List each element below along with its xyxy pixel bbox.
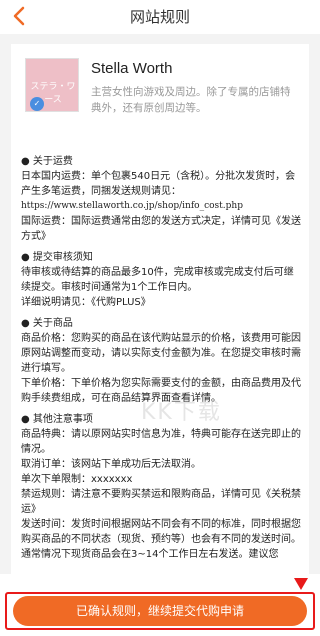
rule-line[interactable]: 详细说明请见：《代购PLUS》 <box>21 295 303 310</box>
watermark: KK下载 <box>141 400 222 425</box>
shop-description: 主营女性向游戏及周边。除了专属的店铺特典外，还有原创周边等。 <box>91 86 291 114</box>
section-heading: ● 关于商品 <box>21 318 73 329</box>
confirm-rules-button[interactable]: 已确认规则，继续提交代购申请 <box>13 596 307 626</box>
rules-card[interactable]: ステラ・ワース ✓ Stella Worth 主营女性向游戏及周边。除了专属的店… <box>11 44 309 574</box>
rule-line: 日本国内运费：单个包裹540日元（含税）。分批次发货时，会产生多笔运费，同捆发送… <box>21 171 296 197</box>
page-title: 网站规则 <box>129 8 190 26</box>
rule-line: 禁运规则：请注意不要购买禁运和限购商品，详情可见《关税禁运》 <box>21 489 301 515</box>
rule-line: 商品特典：请以原网站实时信息为准，特典可能存在送完即止的情况。 <box>21 429 301 455</box>
rule-line: 单次下单限制：xxxxxxx <box>21 474 133 485</box>
shop-name: Stella Worth <box>91 60 173 77</box>
rule-line: 发送时间：发货时间根据网站不同会有不同的标准，同时根据您购买商品的不同状态（现货… <box>21 519 301 560</box>
rule-line: 商品价格：您购买的商品在该代购站显示的价格，该费用可能因原网站调整而变动，请以实… <box>21 333 301 374</box>
section-products: ● 关于商品 商品价格：您购买的商品在该代购站显示的价格，该费用可能因原网站调整… <box>21 316 303 406</box>
section-shipping: ● 关于运费 日本国内运费：单个包裹540日元（含税）。分批次发货时，会产生多笔… <box>21 154 303 244</box>
rule-line: 待审核或待结算的商品最多10件，完成审核或完成支付后可继续提交。审核时间通常为1… <box>21 267 294 293</box>
top-bar: 网站规则 <box>0 0 320 34</box>
verified-badge-icon: ✓ <box>30 97 44 111</box>
rule-link[interactable]: https://www.stellaworth.co.jp/shop/info_… <box>21 199 303 214</box>
section-heading: ● 关于运费 <box>21 156 73 167</box>
rules-text: ● 关于运费 日本国内运费：单个包裹540日元（含税）。分批次发货时，会产生多笔… <box>21 154 303 568</box>
section-heading: ● 提交审核须知 <box>21 252 93 263</box>
rule-line: 取消订单：该网站下单成功后无法取消。 <box>21 459 201 470</box>
shop-info: ステラ・ワース ✓ Stella Worth 主营女性向游戏及周边。除了专属的店… <box>25 58 297 148</box>
rule-line: 国际运费：国际运费通常由您的发送方式决定，详情可见《发送方式》 <box>21 216 301 242</box>
section-review: ● 提交审核须知 待审核或待结算的商品最多10件，完成审核或完成支付后可继续提交… <box>21 250 303 310</box>
shop-logo: ステラ・ワース ✓ <box>25 58 79 112</box>
section-other: ● 其他注意事项 商品特典：请以原网站实时信息为准，特典可能存在送完即止的情况。… <box>21 412 303 562</box>
down-arrow-icon <box>294 578 308 590</box>
